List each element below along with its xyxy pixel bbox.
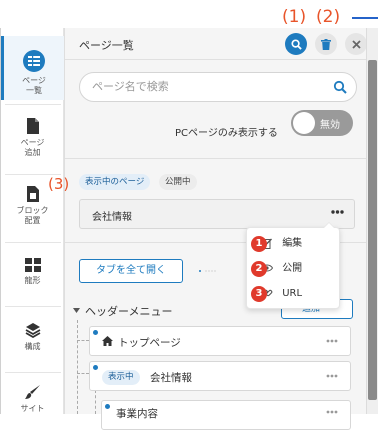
tree-row-business[interactable]: 事業内容 (101, 400, 351, 430)
more-icon[interactable] (326, 410, 338, 414)
menu-number-badge: 3 (251, 286, 267, 302)
search-icon[interactable] (333, 80, 347, 94)
sidebar: ページ 一覧 ページ 追加 ブロック 配置 龍形 構成 サイト (0, 28, 64, 414)
annotation-1: (1) (282, 7, 307, 27)
sidebar-item-page-list[interactable]: ページ 一覧 (1, 36, 64, 100)
more-icon[interactable] (326, 374, 338, 378)
tree-guide (77, 320, 78, 414)
annotation-line (352, 17, 378, 19)
menu-item-label: 編集 (282, 238, 303, 249)
divider (65, 158, 367, 159)
tree-guide (77, 373, 89, 374)
sidebar-item-layout[interactable]: 龍形 (1, 258, 64, 286)
sidebar-divider (5, 104, 61, 105)
tree-guide (95, 390, 96, 414)
annotation-3: (3) (48, 175, 70, 193)
menu-number-badge: 2 (251, 261, 267, 277)
search-field[interactable] (79, 72, 357, 102)
page-list-panel: ページ一覧 ページ名で検索 PCページのみ表示する 無効 (3) 表示中のページ… (48, 28, 367, 430)
scrollbar-thumb[interactable] (368, 60, 377, 400)
home-icon (102, 336, 113, 346)
row-marker (105, 404, 110, 409)
menu-item-label: URL (282, 288, 303, 299)
sidebar-item-structure[interactable]: 構成 (1, 322, 64, 352)
selected-page[interactable]: 会社情報 (79, 199, 355, 229)
pc-only-toggle[interactable]: 無効 (291, 110, 353, 136)
menu-item-label: 公開 (282, 263, 303, 274)
panel-title: ページ一覧 (79, 39, 134, 52)
menu-arrow (324, 223, 334, 228)
search-button[interactable] (285, 33, 307, 55)
top-annotation: (1) (2) (0, 4, 380, 28)
layout-icon (24, 258, 41, 272)
sidebar-divider (5, 372, 61, 373)
row-marker (93, 365, 98, 370)
sidebar-item-label: ブロック 配置 (16, 206, 49, 225)
sidebar-item-site[interactable]: サイト (1, 384, 64, 414)
sidebar-item-page-add[interactable]: ページ 追加 (1, 118, 64, 158)
close-button[interactable] (345, 33, 367, 55)
trash-icon (321, 38, 331, 50)
tree-row-top-page[interactable]: トップページ (89, 326, 351, 356)
dotted-connector (199, 270, 216, 272)
close-icon (351, 39, 361, 49)
sidebar-item-label: ページ 追加 (20, 138, 45, 157)
app-frame: (1) (2) ページ 一覧 ページ 追加 ブロック 配置 龍形 構成 サイト … (0, 0, 380, 430)
filter-chip-visible[interactable]: 表示中のページ (79, 174, 151, 190)
header-menu-label: ヘッダーメニュー (85, 305, 173, 318)
layers-icon (25, 323, 40, 338)
page-context-menu: 1 編集 2 公開 3 URL (246, 222, 340, 309)
sidebar-item-label: 構成 (24, 342, 41, 351)
block-place-icon (26, 186, 39, 202)
sidebar-divider (5, 306, 61, 307)
toggle-label: 無効 (320, 120, 340, 131)
tree-row-label: トップページ (118, 337, 181, 349)
sidebar-item-label: ページ 一覧 (22, 76, 46, 95)
panel-header: ページ一覧 (65, 28, 367, 60)
sidebar-item-label: 龍形 (24, 276, 41, 285)
more-icon[interactable] (331, 210, 344, 214)
caret-down-icon[interactable] (73, 308, 80, 313)
pc-only-label: PCページのみ表示する (175, 128, 278, 139)
menu-item-publish[interactable]: 2 公開 (251, 259, 303, 279)
sidebar-divider (5, 242, 61, 243)
selected-page-label: 会社情報 (92, 212, 132, 223)
expand-all-button[interactable]: タブを全て開く (79, 259, 183, 283)
tree-row-label: 会社情報 (150, 372, 192, 384)
toggle-knob (293, 112, 315, 134)
menu-number-badge: 1 (251, 236, 267, 252)
search-icon (290, 38, 302, 50)
page-add-icon (26, 118, 39, 134)
more-icon[interactable] (326, 339, 338, 343)
filter-chip-public[interactable]: 公開中 (159, 174, 197, 190)
search-input[interactable] (92, 80, 322, 93)
visible-chip: 表示中 (102, 370, 140, 385)
menu-item-url[interactable]: 3 URL (251, 284, 303, 304)
sidebar-item-label: サイト (20, 404, 45, 413)
trash-button[interactable] (315, 33, 337, 55)
brush-icon (24, 385, 40, 399)
annotation-2: (2) (316, 7, 341, 27)
tree-guide (77, 340, 89, 341)
page-list-icon (23, 50, 45, 72)
menu-item-edit[interactable]: 1 編集 (251, 234, 303, 254)
row-marker (93, 330, 98, 335)
tree-row-company[interactable]: 表示中 会社情報 (89, 361, 351, 391)
